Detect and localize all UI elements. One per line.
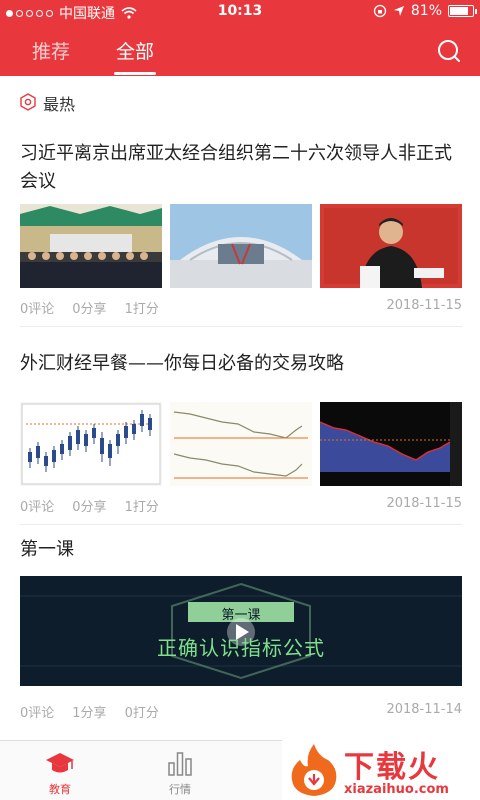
top-nav: 推荐 全部 [0,24,480,76]
location-icon [393,6,404,16]
active-tab-indicator [114,72,156,75]
watermark-logo: 下载火 xiazaihuo.com [282,738,480,800]
tab-education-label: 教育 [49,783,71,796]
fire-logo-icon [291,744,337,796]
conference-building-image [170,204,312,288]
share-count: 1分享 [72,706,107,721]
article-title[interactable]: 第一课 [20,536,464,564]
candlestick-chart-image [20,402,162,486]
line-chart-image [170,402,312,486]
battery-fill [450,7,468,15]
battery-percent: 81% [410,3,442,19]
comment-count: 0评论 [20,500,55,515]
score-count: 0打分 [124,706,159,721]
group-photo-image [20,204,162,288]
hexagon-icon [20,93,36,111]
article-title[interactable]: 习近平离京出席亚太经合组织第二十六次领导人非正式会议 [20,140,464,196]
article-thumbnails [20,402,462,486]
article-meta: 0评论 0分享 1打分 2018-11-15 [20,496,462,515]
divider [20,524,462,525]
score-count: 1打分 [124,302,159,317]
watermark-text: 下载火 [344,750,440,785]
lesson-badge: 第一课 [221,608,261,623]
comment-count: 0评论 [20,302,55,317]
article-meta: 0评论 0分享 1打分 2018-11-15 [20,298,462,317]
tab-market-label: 行情 [169,783,191,796]
watermark-url: xiazaihuo.com [344,782,449,797]
publish-date: 2018-11-15 [386,298,462,313]
status-right: 81% [373,3,477,19]
score-count: 1打分 [124,500,159,515]
section-header: 最热 [0,76,480,128]
dark-chart-image [320,402,462,486]
publish-date: 2018-11-14 [386,702,462,717]
graduation-cap-icon [46,753,74,773]
article-thumbnails [20,204,462,288]
rotation-lock-icon [373,4,387,18]
tab-all[interactable]: 全部 [116,37,154,64]
publish-date: 2018-11-15 [386,496,462,511]
battery-icon [448,5,477,17]
tab-market[interactable]: 行情 [120,741,240,800]
lesson-video-banner[interactable]: 第一课 正确认识指标公式 [20,576,462,686]
bar-chart-icon [168,752,192,776]
comment-count: 0评论 [20,706,55,721]
article-meta: 0评论 1分享 0打分 2018-11-14 [20,702,462,721]
share-count: 0分享 [72,302,107,317]
article-title[interactable]: 外汇财经早餐——你每日必备的交易攻略 [20,350,464,378]
tab-education[interactable]: 教育 [0,741,120,800]
divider [20,326,462,327]
tab-recommend[interactable]: 推荐 [32,37,70,64]
status-bar: 中国联通 10:13 81% [0,0,480,24]
section-title: 最热 [43,95,76,114]
speaker-portrait-image [320,204,462,288]
lesson-headline: 正确认识指标公式 [157,636,325,660]
search-icon[interactable] [436,38,462,64]
share-count: 0分享 [72,500,107,515]
